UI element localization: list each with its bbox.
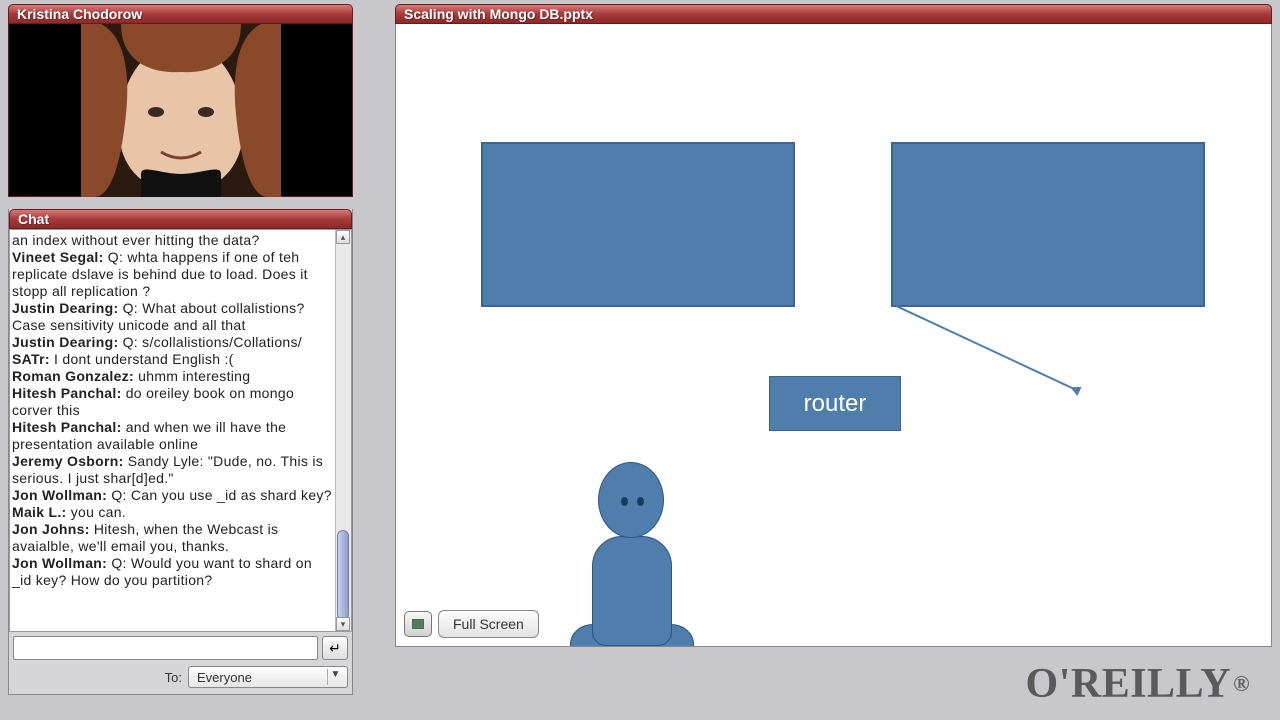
scroll-thumb[interactable] — [337, 530, 349, 620]
presenter-title: Kristina Chodorow — [8, 4, 353, 24]
chat-title: Chat — [9, 209, 352, 229]
chat-message: Jon Johns: Hitesh, when the Webcast is a… — [12, 521, 333, 555]
chat-send-button[interactable]: ↵ — [322, 636, 348, 660]
chat-log[interactable]: an index without ever hitting the data?V… — [10, 230, 335, 631]
chat-message-text: you can. — [67, 504, 127, 520]
chat-message-author: Vineet Segal: — [12, 249, 104, 265]
chat-message-author: Roman Gonzalez: — [12, 368, 134, 384]
chat-message-author: Jon Wollman: — [12, 487, 107, 503]
logo-text: O'REILLY — [1026, 660, 1232, 708]
chat-message: SATr: I dont understand English :( — [12, 351, 333, 368]
chat-message-author: Jon Wollman: — [12, 555, 107, 571]
chat-message-author: Maik L.: — [12, 504, 67, 520]
chat-message: an index without ever hitting the data? — [12, 232, 333, 249]
chat-input-row: ↵ — [9, 632, 352, 664]
chat-message: Jeremy Osborn: Sandy Lyle: "Dude, no. Th… — [12, 453, 333, 487]
chat-message: Vineet Segal: Q: whta happens if one of … — [12, 249, 333, 300]
chat-message-author: Jeremy Osborn: — [12, 453, 124, 469]
fullscreen-button[interactable]: Full Screen — [438, 610, 539, 638]
chat-recipient-select[interactable]: Everyone ▼ — [188, 666, 348, 688]
chat-message-author: Justin Dearing: — [12, 334, 118, 350]
chat-message-text: I dont understand English :( — [50, 351, 234, 367]
chat-message: Justin Dearing: Q: What about collalisti… — [12, 300, 333, 334]
chat-message-author: Hitesh Panchal: — [12, 385, 122, 401]
chat-message: Roman Gonzalez: uhmm interesting — [12, 368, 333, 385]
chat-message-author: Justin Dearing: — [12, 300, 118, 316]
logo-registered: ® — [1233, 671, 1250, 697]
chat-message-author: SATr: — [12, 351, 50, 367]
presenter-panel: Kristina Chodorow — [8, 4, 353, 197]
chat-log-container: an index without ever hitting the data?V… — [9, 229, 352, 632]
chevron-down-icon: ▼ — [327, 669, 343, 685]
chat-message-author: Jon Johns: — [12, 521, 90, 537]
chat-message: Jon Wollman: Q: Can you use _id as shard… — [12, 487, 333, 504]
presentation-title: Scaling with Mongo DB.pptx — [395, 4, 1272, 24]
slide-router-box: router — [769, 376, 901, 431]
oreilly-logo: O'REILLY® — [1026, 660, 1250, 708]
slide-shard-box-2 — [891, 142, 1205, 307]
chat-message-text: Q: s/collalistions/Collations/ — [118, 334, 302, 350]
slide-connection-line — [896, 305, 1078, 391]
scroll-up-button[interactable]: ▴ — [336, 230, 350, 244]
scroll-down-button[interactable]: ▾ — [336, 617, 350, 631]
presentation-panel: Scaling with Mongo DB.pptx router Full S… — [395, 4, 1272, 649]
chat-message: Hitesh Panchal: do oreiley book on mongo… — [12, 385, 333, 419]
chat-recipient-value: Everyone — [197, 670, 252, 685]
chat-message-text: uhmm interesting — [134, 368, 250, 384]
presenter-face — [81, 24, 281, 197]
toggle-view-button[interactable] — [404, 611, 432, 637]
slide-person-figure — [564, 462, 698, 647]
chat-message-text: Q: Can you use _id as shard key? — [107, 487, 332, 503]
chat-message: Justin Dearing: Q: s/collalistions/Colla… — [12, 334, 333, 351]
chat-message-text: an index without ever hitting the data? — [12, 232, 260, 248]
chat-message-author: Hitesh Panchal: — [12, 419, 122, 435]
chat-panel: Chat an index without ever hitting the d… — [8, 209, 353, 695]
chat-scrollbar[interactable]: ▴ ▾ — [335, 230, 351, 631]
slide-shard-box-1 — [481, 142, 795, 307]
presentation-controls: Full Screen — [404, 610, 539, 638]
window-icon — [412, 619, 424, 629]
chat-message: Hitesh Panchal: and when we ill have the… — [12, 419, 333, 453]
chat-text-input[interactable] — [13, 636, 318, 660]
presenter-video — [8, 24, 353, 197]
chat-message: Jon Wollman: Q: Would you want to shard … — [12, 555, 333, 589]
chat-message: Maik L.: you can. — [12, 504, 333, 521]
chat-to-label: To: — [165, 670, 182, 685]
presentation-slide[interactable]: router Full Screen — [395, 24, 1272, 647]
chat-to-row: To: Everyone ▼ — [9, 664, 352, 694]
